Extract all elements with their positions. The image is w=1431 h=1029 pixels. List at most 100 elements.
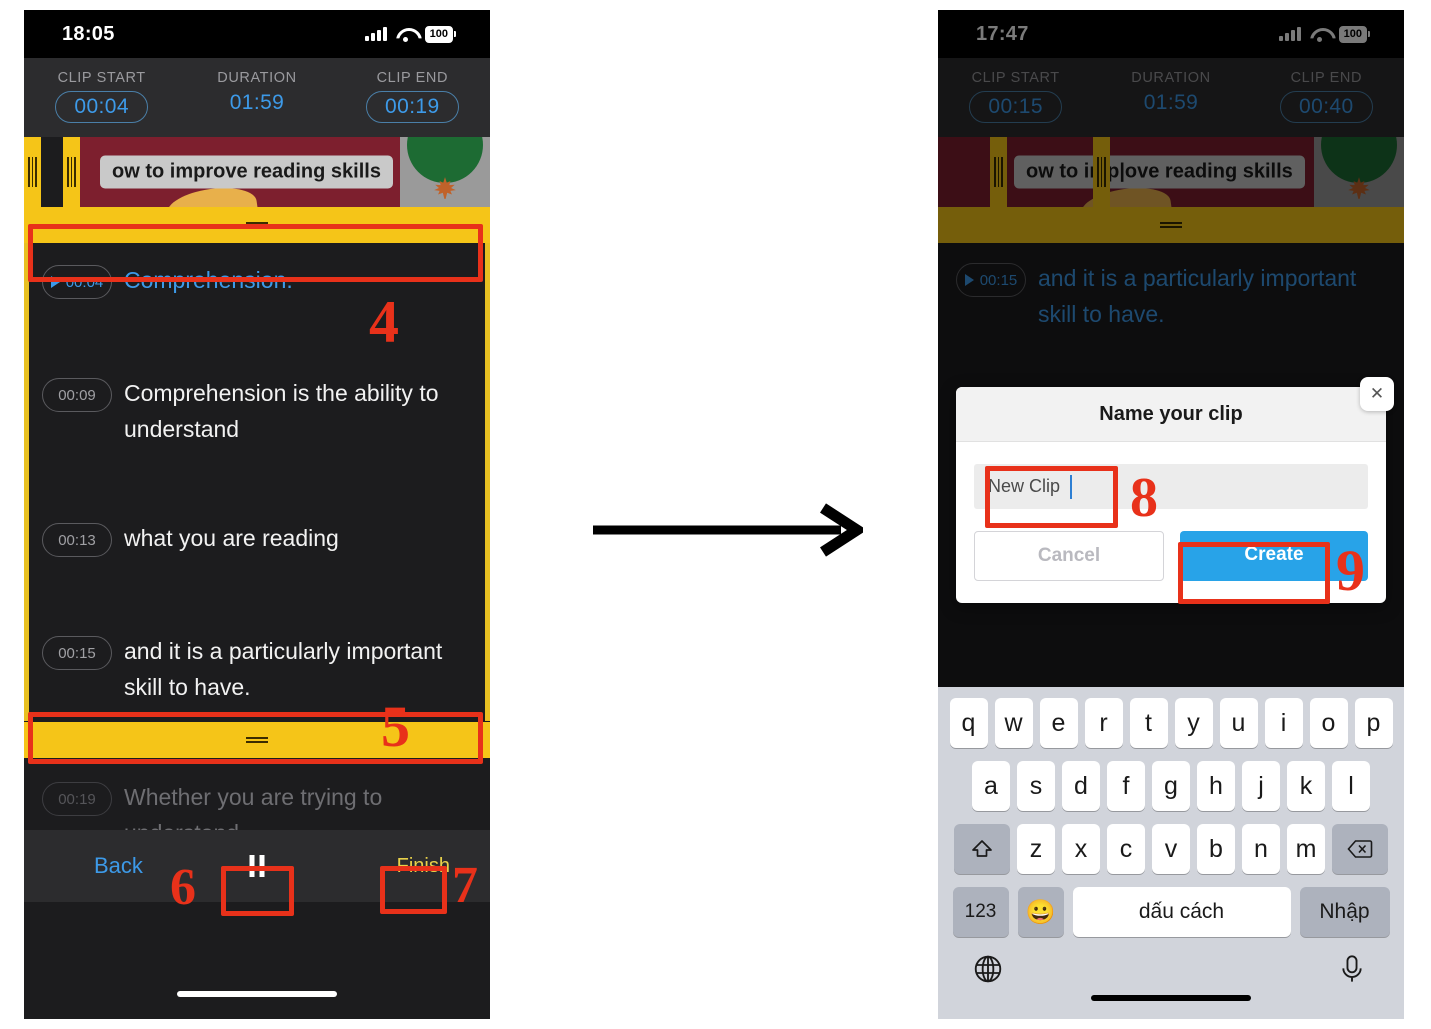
clip-start-handle[interactable]	[990, 137, 1007, 207]
home-indicator[interactable]	[1091, 995, 1251, 1001]
transcript-timestamp[interactable]: 00:15	[956, 263, 1026, 297]
key-g[interactable]: g	[1152, 761, 1190, 811]
text-cursor	[1070, 475, 1072, 499]
battery-icon: 100	[1338, 25, 1370, 43]
video-timeline-banner-right[interactable]: ow to imp|ove reading skills	[938, 137, 1404, 207]
globe-icon[interactable]	[972, 953, 1006, 987]
modal-body: Cancel Create	[956, 442, 1386, 603]
status-time: 18:05	[62, 22, 115, 45]
close-icon[interactable]: ✕	[1360, 377, 1394, 411]
clip-end-value[interactable]: 00:40	[1280, 91, 1373, 123]
key-q[interactable]: q	[949, 698, 988, 748]
key-i[interactable]: i	[1264, 698, 1303, 748]
transcript-line[interactable]: 00:04 Comprehension.	[24, 263, 490, 376]
key-t[interactable]: t	[1129, 698, 1168, 748]
key-c[interactable]: c	[1107, 824, 1145, 874]
key-s[interactable]: s	[1017, 761, 1055, 811]
clip-end-handle[interactable]	[63, 137, 80, 207]
transcript-line[interactable]: 00:09 Comprehension is the ability to un…	[24, 376, 490, 521]
keyboard-footer	[942, 951, 1400, 987]
finish-button[interactable]: Finish	[397, 855, 450, 878]
key-z[interactable]: z	[1017, 824, 1055, 874]
cellular-signal-icon	[1279, 27, 1301, 41]
key-x[interactable]: x	[1062, 824, 1100, 874]
clip-end-label: CLIP END	[1290, 70, 1363, 86]
key-j[interactable]: j	[1242, 761, 1280, 811]
clip-start-value[interactable]: 00:15	[969, 91, 1062, 123]
transcript-line[interactable]: 00:15 and it is a particularly important…	[24, 634, 490, 722]
key-h[interactable]: h	[1197, 761, 1235, 811]
key-f[interactable]: f	[1107, 761, 1145, 811]
key-e[interactable]: e	[1039, 698, 1078, 748]
battery-tip	[1368, 31, 1370, 37]
key-p[interactable]: p	[1354, 698, 1393, 748]
transcript-list-left[interactable]: 00:04 Comprehension. 00:09 Comprehension…	[24, 207, 490, 849]
transcript-timestamp[interactable]: 00:13	[42, 523, 112, 557]
bottom-toolbar-left: Back Finish	[24, 830, 490, 902]
pause-button[interactable]	[249, 855, 265, 877]
wifi-icon	[396, 27, 416, 42]
transcript-timestamp[interactable]: 00:09	[42, 378, 112, 412]
clip-name-input-wrap	[974, 464, 1368, 509]
key-y[interactable]: y	[1174, 698, 1213, 748]
key-a[interactable]: a	[972, 761, 1010, 811]
keyboard-row-3: z x c v b n m	[942, 824, 1400, 874]
transcript-timestamp[interactable]: 00:19	[42, 782, 112, 816]
clip-end-value[interactable]: 00:19	[366, 91, 459, 123]
key-enter[interactable]: Nhập	[1299, 887, 1390, 937]
key-d[interactable]: d	[1062, 761, 1100, 811]
modal-title: Name your clip	[956, 387, 1386, 442]
phone-screen-right: 17:47 100 CLIP START 00:15 DURATION 01:5…	[938, 10, 1404, 1019]
delete-icon[interactable]	[1332, 824, 1388, 874]
clip-name-input[interactable]	[974, 464, 1368, 509]
clip-start-label: CLIP START	[57, 70, 146, 86]
key-numbers[interactable]: 123	[952, 887, 1009, 937]
key-n[interactable]: n	[1242, 824, 1280, 874]
annotation-number: 4	[369, 289, 399, 355]
video-timeline-banner-left[interactable]: ow to improve reading skills	[24, 137, 490, 207]
key-r[interactable]: r	[1084, 698, 1123, 748]
clip-start-col[interactable]: CLIP START 00:15	[938, 70, 1093, 123]
battery-tip	[454, 31, 456, 37]
back-button[interactable]: Back	[94, 853, 143, 879]
banner-gap-left	[41, 137, 63, 207]
shift-icon[interactable]	[954, 824, 1010, 874]
clip-end-col[interactable]: CLIP END 00:19	[335, 70, 490, 123]
microphone-icon[interactable]	[1336, 953, 1370, 987]
keyboard-row-1: q w e r t y u i o p	[942, 698, 1400, 748]
key-o[interactable]: o	[1309, 698, 1348, 748]
emoji-icon[interactable]: 😀	[1017, 887, 1064, 937]
key-u[interactable]: u	[1219, 698, 1258, 748]
clip-start-handle[interactable]	[24, 137, 41, 207]
selection-bottom-drag-bar[interactable]	[24, 722, 490, 758]
home-indicator-area-left	[24, 902, 490, 1019]
key-space[interactable]: dấu cách	[1072, 887, 1291, 937]
clip-start-col[interactable]: CLIP START 00:04	[24, 70, 179, 123]
key-k[interactable]: k	[1287, 761, 1325, 811]
transcript-text: Comprehension is the ability to understa…	[124, 380, 439, 442]
transcript-text: and it is a particularly important skill…	[124, 638, 443, 700]
cancel-button[interactable]: Cancel	[974, 531, 1164, 581]
selection-top-drag-bar[interactable]	[24, 207, 490, 243]
transcript-text: Comprehension.	[124, 267, 293, 293]
transcript-line[interactable]: 00:13 what you are reading	[24, 521, 490, 634]
key-w[interactable]: w	[994, 698, 1033, 748]
key-m[interactable]: m	[1287, 824, 1325, 874]
transcript-timestamp[interactable]: 00:04	[42, 265, 112, 299]
banner-video-title: ow to improve reading skills	[100, 155, 393, 189]
clip-end-col[interactable]: CLIP END 00:40	[1249, 70, 1404, 123]
timestamp-text: 00:13	[58, 531, 96, 549]
status-bar-left: 18:05 100	[24, 10, 490, 58]
transcript-line[interactable]: 00:15 and it is a particularly important…	[938, 261, 1404, 332]
wifi-icon	[1310, 27, 1330, 42]
clip-start-value[interactable]: 00:04	[55, 91, 148, 123]
key-v[interactable]: v	[1152, 824, 1190, 874]
battery-level: 100	[1338, 25, 1367, 43]
modal-actions: Cancel Create	[974, 531, 1368, 581]
selection-top-drag-bar[interactable]	[938, 207, 1404, 243]
clip-end-handle[interactable]	[1093, 137, 1110, 207]
key-b[interactable]: b	[1197, 824, 1235, 874]
home-indicator[interactable]	[177, 991, 337, 997]
key-l[interactable]: l	[1332, 761, 1370, 811]
transcript-timestamp[interactable]: 00:15	[42, 636, 112, 670]
